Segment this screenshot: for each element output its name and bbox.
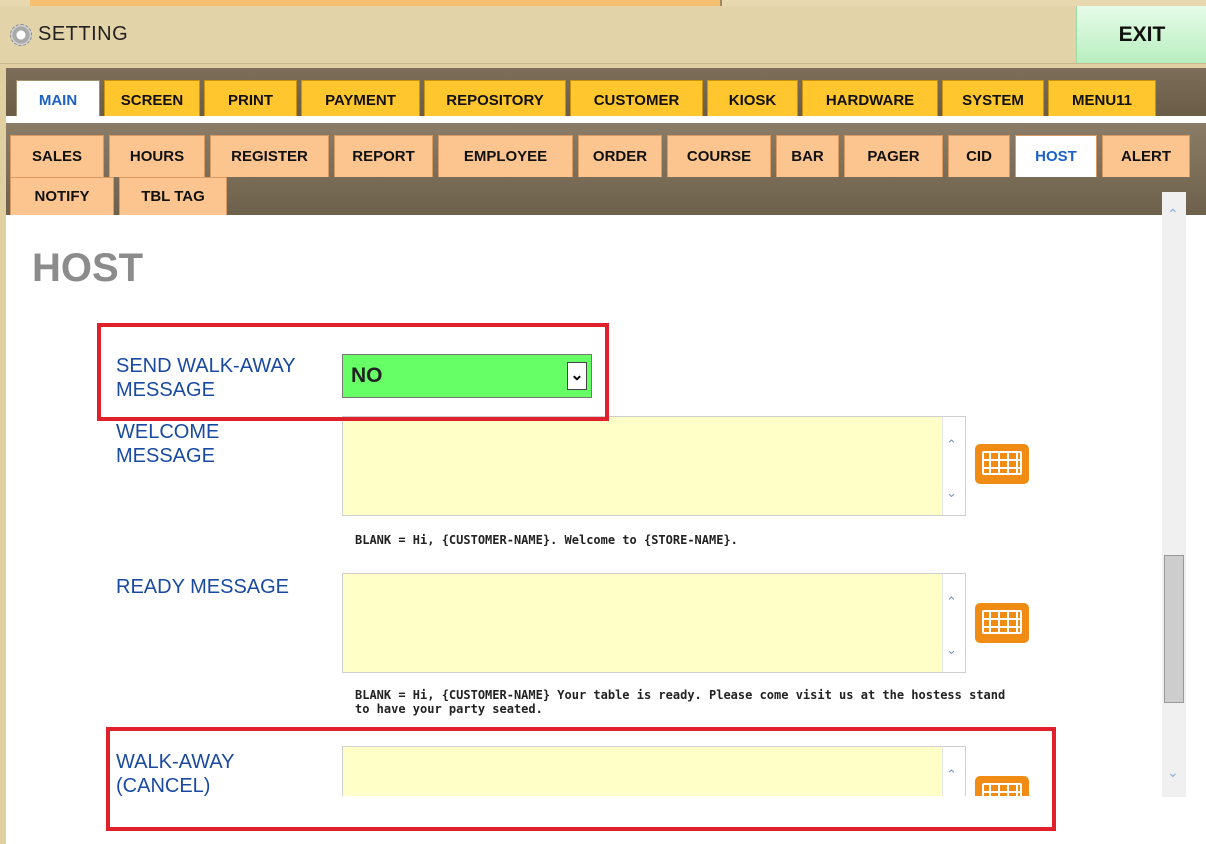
tab-customer[interactable]: CUSTOMER [570,80,703,120]
tab-kiosk[interactable]: KIOSK [707,80,798,120]
tab-bar[interactable]: BAR [776,135,839,177]
welcome-hint: BLANK = Hi, {CUSTOMER-NAME}. Welcome to … [355,533,738,547]
ready-scrollbar[interactable]: ⌃ ⌄ [942,574,965,672]
title-bar: SETTING EXIT [0,6,1206,64]
page-title: HOST [32,246,144,290]
main-tab-bar: MAIN SCREEN PRINT PAYMENT REPOSITORY CUS… [6,64,1206,120]
cancel-label-line2: (CANCEL) [116,775,211,797]
tab-pager[interactable]: PAGER [844,135,943,177]
exit-button[interactable]: EXIT [1076,6,1206,63]
tab-system[interactable]: SYSTEM [942,80,1044,120]
walk-away-label-line1: SEND WALK-AWAY [116,355,296,377]
cancel-scrollbar[interactable]: ⌃ [942,747,965,796]
keyboard-icon[interactable] [975,776,1029,796]
tab-report[interactable]: REPORT [334,135,433,177]
ready-message-label: READY MESSAGE [116,576,290,598]
chevron-up-icon[interactable]: ⌃ [1167,206,1179,223]
chevron-down-icon[interactable]: ⌄ [946,485,957,501]
tab-course[interactable]: COURSE [667,135,771,177]
tab-notify[interactable]: NOTIFY [10,177,114,215]
tab-order[interactable]: ORDER [578,135,662,177]
tab-alert[interactable]: ALERT [1102,135,1190,177]
chevron-up-icon[interactable]: ⌃ [946,594,957,610]
welcome-label: WELCOME MESSAGE [116,420,219,468]
chevron-down-icon[interactable]: ⌄ [946,642,957,658]
content-scrollbar[interactable]: ⌃ ⌄ [1162,192,1186,797]
chevron-up-icon[interactable]: ⌃ [946,767,957,783]
walk-away-cancel-input[interactable]: ⌃ [342,746,966,796]
tab-payment[interactable]: PAYMENT [301,80,420,120]
tab-register[interactable]: REGISTER [210,135,329,177]
cancel-label-line1: WALK-AWAY [116,751,235,773]
tab-sales[interactable]: SALES [10,135,104,177]
keyboard-icon-clip [975,776,1029,796]
welcome-scrollbar[interactable]: ⌃ ⌄ [942,417,965,515]
scrollbar-thumb[interactable] [1164,555,1184,703]
tab-cid[interactable]: CID [948,135,1010,177]
gear-icon [10,24,32,46]
ready-hint: BLANK = Hi, {CUSTOMER-NAME} Your table i… [355,688,1155,716]
tab-print[interactable]: PRINT [204,80,297,120]
tab-repository[interactable]: REPOSITORY [424,80,566,120]
tab-main[interactable]: MAIN [16,80,100,120]
welcome-message-input[interactable]: ⌃ ⌄ [342,416,966,516]
tab-screen[interactable]: SCREEN [104,80,200,120]
ready-hint-line1: BLANK = Hi, {CUSTOMER-NAME} Your table i… [355,688,1006,702]
welcome-label-line1: WELCOME [116,421,220,443]
send-walk-away-value: NO [351,364,383,387]
welcome-label-line2: MESSAGE [116,445,215,467]
tab-hardware[interactable]: HARDWARE [802,80,938,120]
walk-away-label: SEND WALK-AWAY MESSAGE [116,354,296,402]
chevron-down-icon[interactable]: ⌄ [1167,764,1179,781]
walk-away-label-line2: MESSAGE [116,379,215,401]
chevron-up-icon[interactable]: ⌃ [946,437,957,453]
tab-host[interactable]: HOST [1015,135,1097,177]
keyboard-icon[interactable] [975,603,1029,643]
sub-tab-bar: SALES HOURS REGISTER REPORT EMPLOYEE ORD… [6,116,1206,215]
ready-hint-line2: to have your party seated. [355,702,543,716]
window-title: SETTING [38,23,129,45]
keyboard-icon[interactable] [975,444,1029,484]
walk-away-cancel-label: WALK-AWAY (CANCEL) [116,750,235,798]
tab-menu11[interactable]: MENU11 [1048,80,1156,120]
send-walk-away-select[interactable]: NO ⌄ [342,354,592,398]
tab-employee[interactable]: EMPLOYEE [438,135,573,177]
tab-hours[interactable]: HOURS [109,135,205,177]
chevron-down-icon[interactable]: ⌄ [567,362,587,390]
ready-message-input[interactable]: ⌃ ⌄ [342,573,966,673]
tab-tbl-tag[interactable]: TBL TAG [119,177,227,215]
